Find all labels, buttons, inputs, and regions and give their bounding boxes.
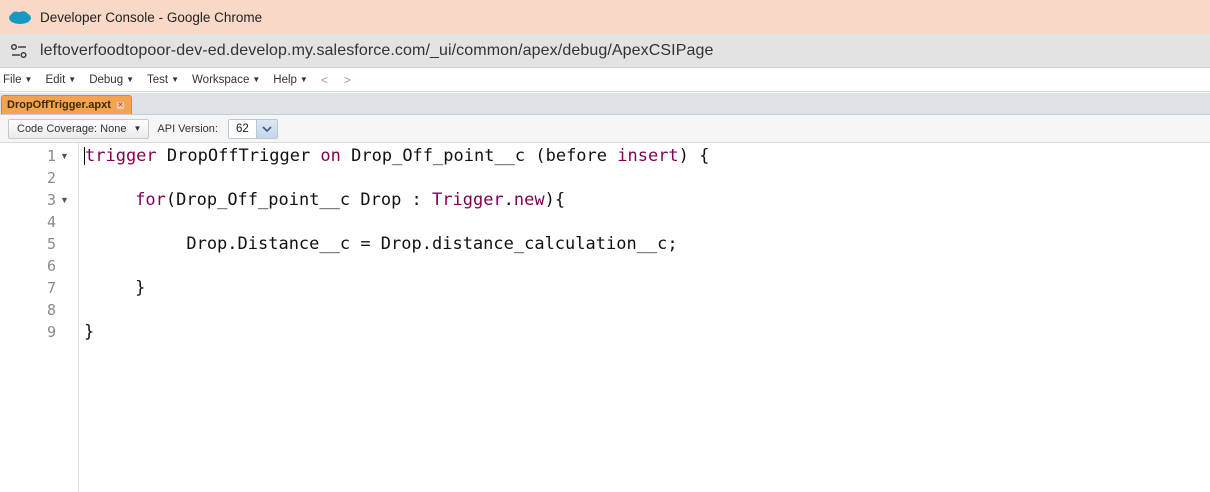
code-coverage-label: Code Coverage: None [17, 122, 127, 135]
editor-toolbar: Code Coverage: None ▼ API Version: 62 [0, 115, 1210, 143]
code-text: Drop_Off_point__c (before [340, 146, 618, 166]
site-settings-icon[interactable] [6, 40, 32, 62]
code-line-1[interactable]: trigger DropOffTrigger on Drop_Off_point… [84, 145, 709, 167]
close-icon[interactable]: ✕ [115, 100, 125, 110]
code-text: (Drop_Off_point__c Drop : [165, 190, 433, 210]
menu-file[interactable]: File ▼ [3, 74, 32, 86]
menu-bar: File ▼ Edit ▼ Debug ▼ Test ▼ Workspace ▼ Help… [0, 68, 1210, 92]
keyword: on [320, 146, 341, 166]
line-number: 4 [46, 213, 56, 231]
line-number: 2 [46, 169, 56, 187]
menu-debug[interactable]: Debug ▼ [89, 74, 134, 86]
code-text: ){ [544, 190, 566, 210]
code-line-9[interactable]: } [84, 321, 94, 343]
chevron-down-icon: ▼ [133, 124, 142, 133]
address-bar[interactable]: leftoverfoodtopoor-dev-ed.develop.my.sal… [0, 34, 1210, 68]
line-number: 8 [46, 301, 56, 319]
tab-label: DropOffTrigger.apxt [7, 99, 111, 111]
chevron-down-icon: ▼ [171, 75, 180, 84]
line-number: 3 [46, 191, 56, 209]
code-line-5[interactable]: Drop.Distance__c = Drop.distance_calcula… [84, 233, 677, 255]
chevron-down-icon: ▼ [24, 75, 33, 84]
keyword: Trigger [432, 190, 504, 210]
chevron-down-icon: ▼ [68, 75, 77, 84]
code-line-7[interactable]: } [84, 277, 145, 299]
tab-dropofftrigger[interactable]: DropOffTrigger.apxt ✕ [1, 95, 132, 114]
menu-workspace-label: Workspace [192, 73, 250, 86]
keyword: for [135, 190, 166, 210]
salesforce-logo-icon [9, 10, 31, 24]
editor-tab-strip: DropOffTrigger.apxt ✕ [0, 93, 1210, 115]
line-number: 5 [46, 235, 56, 253]
back-button[interactable]: < [321, 73, 328, 87]
code-coverage-dropdown[interactable]: Code Coverage: None ▼ [8, 118, 150, 139]
fold-toggle-icon[interactable]: ▼ [60, 189, 70, 211]
menu-help[interactable]: Help ▼ [273, 74, 308, 86]
api-version-label: API Version: [157, 122, 218, 135]
menu-test-label: Test [147, 73, 169, 86]
fold-toggle-icon[interactable]: ▼ [60, 145, 70, 167]
keyword: new [513, 190, 545, 210]
chevron-down-icon: ▼ [126, 75, 135, 84]
menu-edit-label: Edit [45, 73, 66, 86]
line-number-gutter: 1 ▼ 2 3 ▼ 4 5 6 7 8 9 [0, 143, 79, 492]
code-line-3[interactable]: for(Drop_Off_point__c Drop : Trigger.new… [84, 189, 565, 211]
line-number: 6 [46, 257, 56, 275]
forward-button[interactable]: > [344, 73, 351, 87]
keyword: insert [617, 146, 679, 166]
menu-edit[interactable]: Edit ▼ [45, 74, 76, 86]
code-editor[interactable]: 1 ▼ 2 3 ▼ 4 5 6 7 8 9 trigger DropOffTri… [0, 143, 1210, 492]
code-text: . [503, 190, 514, 210]
api-version-select[interactable]: 62 [227, 118, 278, 139]
line-number: 1 [46, 147, 56, 165]
menu-test[interactable]: Test ▼ [147, 74, 179, 86]
menu-help-label: Help [273, 73, 297, 86]
menu-debug-label: Debug [89, 73, 124, 86]
keyword: trigger [85, 146, 157, 166]
chevron-down-icon: ▼ [299, 75, 308, 84]
code-text: DropOffTrigger [156, 146, 321, 166]
menu-workspace[interactable]: Workspace ▼ [192, 74, 260, 86]
line-number: 7 [46, 279, 56, 297]
menu-file-label: File [3, 73, 22, 86]
window-titlebar: Developer Console - Google Chrome [0, 0, 1210, 34]
chevron-down-icon: ▼ [252, 75, 261, 84]
window-title: Developer Console - Google Chrome [40, 9, 263, 25]
url-text[interactable]: leftoverfoodtopoor-dev-ed.develop.my.sal… [40, 42, 713, 60]
chevron-down-icon[interactable] [255, 119, 277, 138]
line-number: 9 [46, 323, 56, 341]
api-version-value: 62 [228, 119, 256, 138]
code-text: ) { [678, 146, 710, 166]
